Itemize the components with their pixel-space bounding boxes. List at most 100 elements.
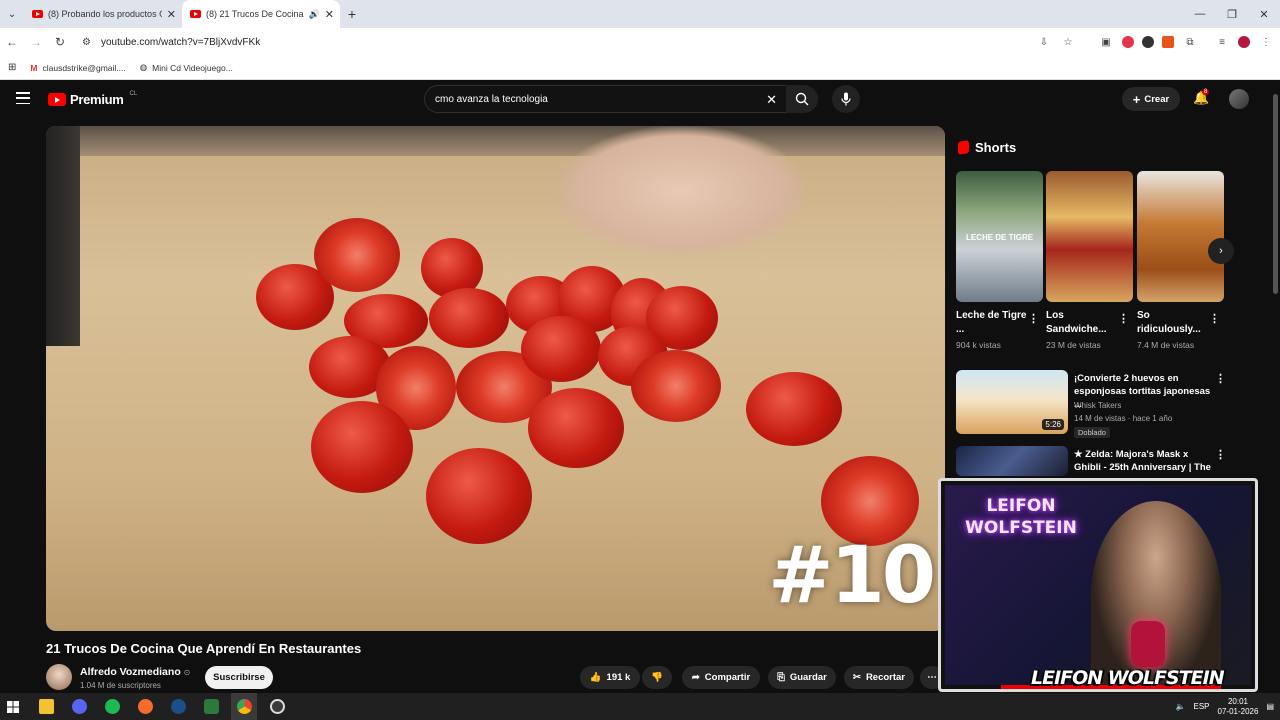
downloader-icon[interactable] bbox=[198, 693, 224, 720]
language-indicator[interactable]: ESP bbox=[1194, 702, 1210, 711]
video-player[interactable]: #10 bbox=[46, 126, 945, 631]
clock-time: 20:01 bbox=[1227, 696, 1248, 706]
new-tab-button[interactable]: + bbox=[340, 6, 364, 22]
clip-button[interactable]: ✂ Recortar bbox=[844, 666, 914, 689]
recommended-menu-icon[interactable]: ⋮ bbox=[1215, 372, 1226, 385]
minimize-button[interactable]: — bbox=[1184, 0, 1216, 28]
install-app-icon[interactable]: ⇩ bbox=[1036, 34, 1052, 50]
start-button[interactable] bbox=[0, 693, 26, 720]
channel-name-text: Alfredo Vozmediano bbox=[80, 666, 181, 678]
apps-grid-icon[interactable]: ⊞ bbox=[8, 62, 16, 73]
clear-search-icon[interactable]: ✕ bbox=[766, 92, 777, 108]
tab-gamer-products[interactable]: (8) Probando los productos GAMER ✕ bbox=[24, 0, 182, 28]
neon-sign: LEIFON WOLFSTEIN bbox=[965, 496, 1077, 538]
save-label: Guardar bbox=[789, 672, 827, 683]
microphone-icon bbox=[841, 92, 851, 106]
chrome-icon[interactable] bbox=[231, 693, 257, 720]
fox-extension-icon[interactable] bbox=[1162, 36, 1174, 48]
search-button[interactable] bbox=[786, 85, 818, 113]
bookmark-label: clausdstrike@gmail.... bbox=[42, 62, 126, 73]
toolbar-actions: ⇩ ☆ ▣ ⧉ ≡ ⋮ bbox=[1036, 28, 1274, 56]
short-thumbnail[interactable]: LECHE DE TIGRE bbox=[956, 171, 1043, 302]
tab-strip: ⌄ (8) Probando los productos GAMER ✕ (8)… bbox=[0, 0, 1280, 28]
reload-button[interactable]: ↻ bbox=[48, 35, 72, 49]
dislike-button[interactable]: 👎 bbox=[642, 666, 672, 689]
short-views: 23 M de vistas bbox=[1046, 340, 1101, 350]
address-bar[interactable]: ⚙ youtube.com/watch?v=7BljXvdvFKk bbox=[82, 31, 1022, 53]
audio-playing-icon[interactable]: 🔊 bbox=[309, 9, 320, 20]
tab-search-button[interactable]: ⌄ bbox=[0, 0, 24, 28]
account-avatar[interactable] bbox=[1229, 89, 1249, 109]
page-scrollbar[interactable] bbox=[1272, 82, 1278, 302]
save-button[interactable]: ⎘ Guardar bbox=[768, 666, 836, 689]
close-window-button[interactable]: ✕ bbox=[1248, 0, 1280, 28]
youtube-header: Premium CL cmo avanza la tecnologia ✕ + … bbox=[0, 80, 1280, 118]
spotify-icon[interactable] bbox=[99, 693, 125, 720]
create-label: Crear bbox=[1144, 93, 1170, 105]
restore-button[interactable]: ❐ bbox=[1216, 0, 1248, 28]
short-thumbnail[interactable] bbox=[1046, 171, 1133, 302]
profile-avatar[interactable] bbox=[1238, 36, 1250, 48]
bookmark-gmail[interactable]: M clausdstrike@gmail.... bbox=[30, 63, 125, 73]
recommended-channel[interactable]: Whisk Takers bbox=[1074, 401, 1121, 410]
youtube-favicon-icon bbox=[190, 10, 201, 18]
channel-name[interactable]: Alfredo Vozmediano ⊙ bbox=[80, 666, 190, 678]
more-horizontal-icon: ⋯ bbox=[927, 672, 937, 683]
short-title[interactable]: So ridiculously... bbox=[1137, 309, 1209, 337]
short-views: 904 k vistas bbox=[956, 340, 1001, 350]
more-menu-icon[interactable]: ⋮ bbox=[1258, 34, 1274, 50]
plus-icon: + bbox=[1132, 91, 1141, 107]
back-button[interactable]: ← bbox=[0, 35, 24, 49]
window-controls: — ❐ ✕ bbox=[1184, 0, 1280, 28]
recommended-thumbnail[interactable]: 5:26 bbox=[956, 370, 1068, 434]
voice-search-button[interactable] bbox=[832, 85, 860, 113]
recommended-thumbnail[interactable] bbox=[956, 446, 1068, 476]
vpn-extension-icon[interactable] bbox=[1142, 36, 1154, 48]
short-menu-icon[interactable]: ⋮ bbox=[1209, 312, 1220, 325]
close-tab-icon[interactable]: ✕ bbox=[167, 8, 176, 21]
short-menu-icon[interactable]: ⋮ bbox=[1118, 312, 1129, 325]
share-button[interactable]: ➦ Compartir bbox=[682, 666, 760, 689]
subscribe-button[interactable]: Suscribirse bbox=[205, 666, 273, 689]
forward-button[interactable]: → bbox=[24, 35, 48, 49]
like-button[interactable]: 👍 191 k bbox=[580, 666, 640, 689]
create-button[interactable]: + Crear bbox=[1122, 87, 1180, 111]
short-menu-icon[interactable]: ⋮ bbox=[1028, 312, 1039, 325]
puzzle-extensions-icon[interactable]: ⧉ bbox=[1182, 34, 1198, 50]
channel-avatar[interactable] bbox=[46, 664, 72, 690]
recommended-menu-icon[interactable]: ⋮ bbox=[1215, 448, 1226, 461]
tomato bbox=[426, 448, 532, 544]
clip-label: Recortar bbox=[865, 672, 906, 683]
short-title[interactable]: Los Sandwiche... bbox=[1046, 309, 1118, 337]
youtube-premium-logo[interactable]: Premium CL bbox=[48, 90, 138, 107]
notifications-icon[interactable]: ▤ bbox=[1266, 702, 1274, 711]
clock[interactable]: 20:01 07-01-2026 bbox=[1218, 697, 1259, 717]
hand-image bbox=[556, 126, 806, 256]
obs-icon[interactable] bbox=[264, 693, 290, 720]
shorts-next-button[interactable]: › bbox=[1208, 238, 1234, 264]
steam-icon[interactable] bbox=[165, 693, 191, 720]
extension-icon[interactable]: ▣ bbox=[1098, 34, 1114, 50]
adblock-extension-icon[interactable] bbox=[1122, 36, 1134, 48]
windows-taskbar: 🔈 ESP 20:01 07-01-2026 ▤ bbox=[0, 693, 1280, 720]
short-title[interactable]: Leche de Tigre ... bbox=[956, 309, 1028, 337]
origin-icon[interactable] bbox=[132, 693, 158, 720]
media-controls-icon[interactable]: ≡ bbox=[1214, 34, 1230, 50]
tomato bbox=[311, 401, 413, 493]
close-tab-icon[interactable]: ✕ bbox=[325, 8, 334, 21]
file-explorer-icon[interactable] bbox=[33, 693, 59, 720]
hamburger-menu-icon[interactable] bbox=[16, 92, 30, 104]
verified-icon: ⊙ bbox=[183, 668, 191, 677]
bookmark-mini-cd[interactable]: ◍ Mini Cd Videojuego... bbox=[140, 62, 233, 73]
bookmark-star-icon[interactable]: ☆ bbox=[1060, 34, 1076, 50]
recommended-meta: 14 M de vistas · hace 1 año bbox=[1074, 414, 1173, 423]
site-info-icon[interactable]: ⚙ bbox=[82, 37, 91, 48]
search-input[interactable]: cmo avanza la tecnologia ✕ bbox=[424, 85, 788, 113]
bookmark-icon: ⎘ bbox=[777, 672, 785, 683]
tomato bbox=[528, 388, 624, 468]
volume-icon[interactable]: 🔈 bbox=[1176, 702, 1186, 711]
discord-icon[interactable] bbox=[66, 693, 92, 720]
logo-country: CL bbox=[129, 90, 138, 97]
tab-cooking-tricks[interactable]: (8) 21 Trucos De Cocina Que Aprendí 🔊 ✕ bbox=[182, 0, 340, 28]
short-thumbnail[interactable] bbox=[1137, 171, 1224, 302]
